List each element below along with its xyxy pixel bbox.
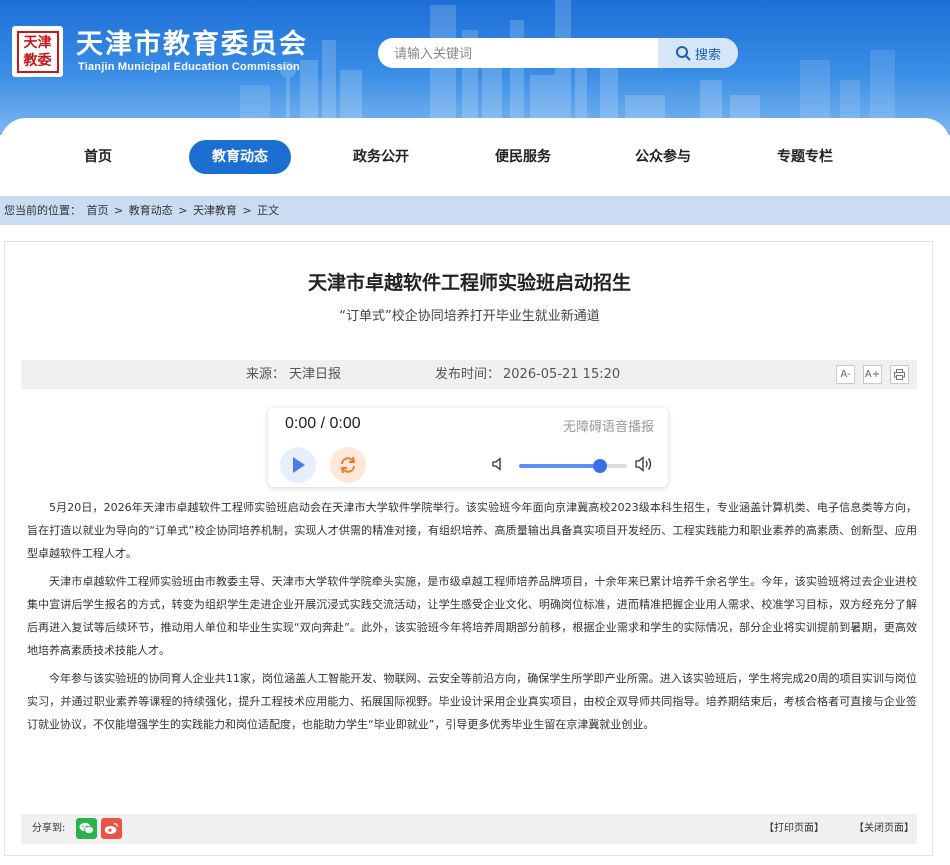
loop-button[interactable] [330, 447, 366, 483]
main-nav: 首页 教育动态 政务公开 便民服务 公众参与 专题专栏 [0, 118, 950, 196]
article-paragraph: 5月20日，2026年天津市卓越软件工程师实验班启动会在天津市大学软件学院举行。… [27, 501, 917, 560]
search-button[interactable]: 搜索 [658, 38, 738, 68]
audio-time-display: 0:00 / 0:00 [285, 415, 361, 432]
article-paragraph: 天津市卓越软件工程师实验班由市教委主导、天津市大学软件学院牵头实施，是市级卓越工… [27, 575, 917, 657]
play-icon [293, 457, 305, 473]
print-button[interactable] [890, 365, 909, 384]
breadcrumb-separator: > [178, 204, 188, 217]
site-title: 天津市教育委员会 [76, 29, 308, 60]
volume-high-icon[interactable] [635, 455, 655, 473]
volume-slider-fill [519, 464, 600, 468]
breadcrumb-education-news[interactable]: 教育动态 [129, 204, 173, 217]
weibo-icon [104, 822, 119, 834]
article-subtitle: “订单式”校企协同培养打开毕业生就业新通道 [339, 309, 600, 324]
search-icon [675, 46, 691, 61]
share-wechat-button[interactable] [76, 818, 97, 839]
logo-seal-icon: 天津 教委 [16, 30, 59, 73]
breadcrumb: 您当前的位置： 首页 > 教育动态 > 天津教育 > 正文 [0, 196, 950, 225]
breadcrumb-prefix: 您当前的位置： [4, 204, 81, 217]
search-button-label: 搜索 [694, 47, 721, 63]
article-container: 天津市卓越软件工程师实验班启动招生 “订单式”校企协同培养打开毕业生就业新通道 … [4, 241, 933, 856]
logo[interactable]: 天津 教委 [12, 26, 63, 77]
time-label: 发布时间： [435, 367, 501, 382]
share-weibo-button[interactable] [101, 818, 122, 839]
play-button[interactable] [280, 447, 316, 483]
nav-item-public-participation[interactable]: 公众参与 [622, 140, 704, 174]
nav-item-education-news[interactable]: 教育动态 [189, 140, 291, 174]
header-banner: 天津 教委 天津市教育委员会 Tianjin Municipal Educatio… [0, 0, 950, 135]
accessibility-audio-label[interactable]: 无障碍语音播报 [563, 416, 654, 435]
source-label: 来源： [246, 367, 286, 382]
close-page-link[interactable]: 【关闭页面】 [854, 814, 914, 844]
source-value: 天津日报 [289, 367, 342, 382]
nav-item-special-topics[interactable]: 专题专栏 [764, 140, 846, 174]
print-page-link[interactable]: 【打印页面】 [764, 814, 824, 844]
loop-icon [340, 456, 356, 474]
printer-icon [894, 369, 905, 380]
volume-slider-thumb[interactable] [593, 459, 607, 473]
volume-low-icon[interactable] [492, 457, 506, 471]
breadcrumb-current: 正文 [257, 204, 280, 217]
breadcrumb-separator: > [242, 204, 252, 217]
wechat-icon [79, 822, 94, 834]
share-label: 分享到: [32, 823, 66, 834]
search-box: 搜索 [378, 38, 738, 68]
volume-slider[interactable] [519, 459, 627, 473]
breadcrumb-separator: > [114, 204, 124, 217]
font-increase-button[interactable]: A+ [863, 365, 882, 384]
breadcrumb-tianjin-education[interactable]: 天津教育 [193, 204, 237, 217]
time-value: 2026-05-21 15:20 [503, 367, 621, 382]
search-input[interactable] [378, 38, 658, 68]
site-subtitle: Tianjin Municipal Education Commission [78, 61, 300, 73]
nav-item-government-affairs[interactable]: 政务公开 [340, 140, 422, 174]
audio-player: 0:00 / 0:00 无障碍语音播报 [268, 408, 668, 487]
breadcrumb-home[interactable]: 首页 [87, 204, 109, 217]
nav-item-public-services[interactable]: 便民服务 [482, 140, 564, 174]
article-paragraph: 今年参与该实验班的协同育人企业共11家，岗位涵盖人工智能开发、物联网、云安全等前… [27, 672, 917, 731]
article-title: 天津市卓越软件工程师实验班启动招生 [307, 272, 631, 294]
article-meta-bar: 来源： 天津日报 发布时间： 2026-05-21 15:20 A- A+ [21, 360, 917, 389]
nav-item-home[interactable]: 首页 [62, 140, 134, 174]
article-body: 5月20日，2026年天津市卓越软件工程师实验班启动会在天津市大学软件学院举行。… [27, 496, 917, 741]
share-bar: 分享到: 【打印页面】 【关闭页面】 [21, 814, 917, 844]
font-decrease-button[interactable]: A- [836, 365, 855, 384]
